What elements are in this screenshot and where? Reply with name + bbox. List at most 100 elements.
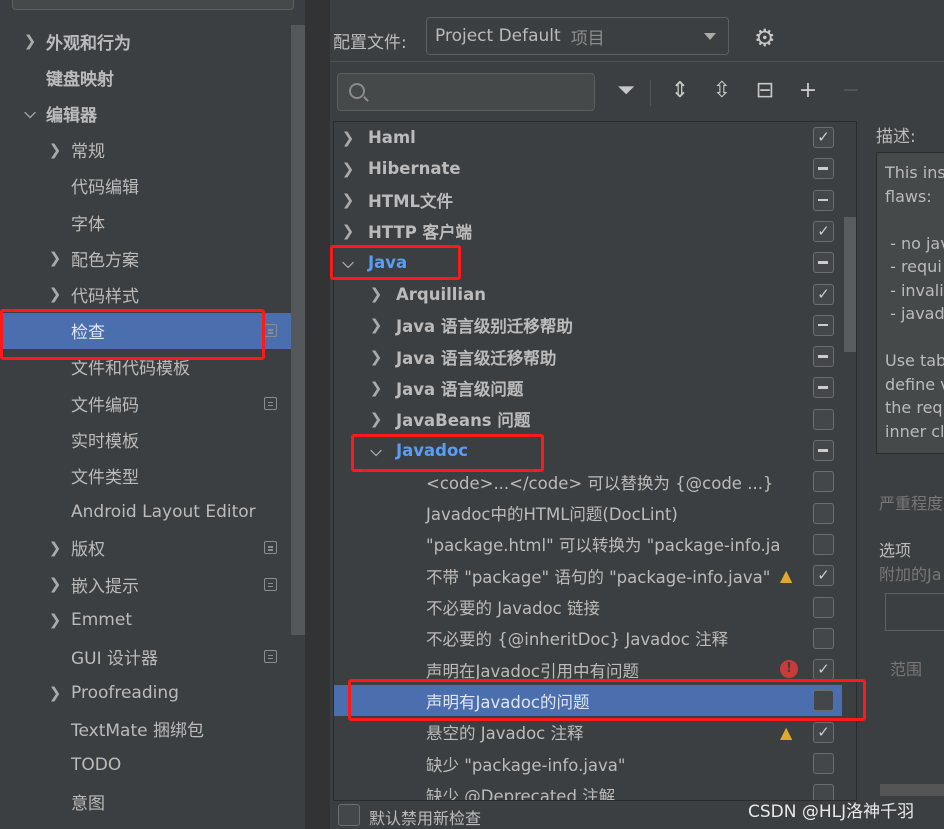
enable-checkbox[interactable]: [813, 502, 834, 524]
tree-row[interactable]: 悬空的 Javadoc 注释 ▲ ✓: [334, 717, 842, 748]
disable-new-label: 默认禁用新检查: [369, 809, 482, 828]
disable-new-checkbox[interactable]: [338, 804, 360, 826]
tree-scrollbar[interactable]: [844, 217, 856, 352]
profile-dropdown[interactable]: Project Default 项目: [426, 17, 729, 55]
sidebar-item[interactable]: 字体: [0, 204, 291, 240]
tree-row[interactable]: ❯ Hibernate: [334, 153, 842, 184]
chevron-right-icon[interactable]: ❯: [45, 285, 65, 303]
enable-checkbox[interactable]: ✓: [813, 721, 834, 743]
scope-scrollbar[interactable]: [880, 784, 944, 796]
enable-checkbox[interactable]: [813, 596, 834, 618]
sidebar-item[interactable]: ❯ 代码样式: [0, 276, 291, 312]
chevron-right-icon[interactable]: ❯: [45, 684, 65, 702]
sidebar-item-label: 代码样式: [71, 286, 139, 307]
settings-search-input[interactable]: [12, 0, 294, 10]
gear-icon[interactable]: ⚙: [754, 24, 776, 52]
chevron-right-icon[interactable]: ❯: [366, 285, 386, 303]
enable-checkbox[interactable]: ✓: [813, 283, 834, 305]
sidebar-item[interactable]: ❯ Proofreading: [0, 675, 291, 711]
sidebar-item[interactable]: 文件编码: [0, 385, 291, 421]
chevron-right-icon[interactable]: ❯: [45, 539, 65, 557]
enable-checkbox[interactable]: [813, 189, 834, 211]
chevron-right-icon[interactable]: ❯: [338, 160, 358, 178]
splitter[interactable]: [305, 0, 330, 829]
enable-checkbox[interactable]: ✓: [813, 220, 834, 242]
chevron-right-icon[interactable]: ❯: [366, 348, 386, 366]
sidebar-item[interactable]: ❯ 常规: [0, 132, 291, 168]
chevron-right-icon[interactable]: ❯: [45, 575, 65, 593]
inspection-search-input[interactable]: [337, 73, 595, 111]
enable-checkbox[interactable]: [813, 314, 834, 336]
options-field[interactable]: [885, 593, 944, 631]
enable-checkbox[interactable]: ✓: [813, 659, 834, 681]
sidebar-item[interactable]: 代码编辑: [0, 168, 291, 204]
add-icon[interactable]: +: [795, 78, 821, 103]
sidebar-item[interactable]: Android Layout Editor: [0, 494, 291, 530]
tree-row[interactable]: ❯ Java 语言级问题: [334, 372, 842, 403]
enable-checkbox[interactable]: [813, 408, 834, 430]
chevron-right-icon[interactable]: ❯: [338, 222, 358, 240]
copy-icon: [264, 577, 277, 591]
sidebar-item[interactable]: GUI 设计器: [0, 638, 291, 674]
enable-checkbox[interactable]: [813, 158, 834, 180]
tree-row[interactable]: 不必要的 {@inheritDoc} Javadoc 注释: [334, 623, 842, 654]
dropdown-arrow-icon: [704, 33, 716, 40]
sidebar-item[interactable]: ⌵ 编辑器: [0, 95, 291, 131]
enable-checkbox[interactable]: [813, 627, 834, 649]
sidebar-item[interactable]: 文件类型: [0, 457, 291, 493]
chevron-right-icon[interactable]: ❯: [366, 410, 386, 428]
remove-icon[interactable]: −: [838, 78, 864, 103]
sidebar-item[interactable]: 实时模板: [0, 421, 291, 457]
enable-checkbox[interactable]: [813, 346, 834, 368]
tree-row[interactable]: "package.html" 可以转换为 "package-info.ja: [334, 529, 842, 560]
tree-row[interactable]: ❯ HTTP 客户端 ✓: [334, 216, 842, 247]
chevron-right-icon[interactable]: ❯: [338, 129, 358, 147]
tree-row[interactable]: Javadoc中的HTML问题(DocLint): [334, 498, 842, 529]
sidebar-item[interactable]: ❯ Emmet: [0, 602, 291, 638]
enable-checkbox[interactable]: ✓: [813, 565, 834, 587]
expand-all-icon[interactable]: ⇕: [667, 78, 693, 103]
enable-checkbox[interactable]: [813, 377, 834, 399]
settings-sidebar: ❯ 外观和行为 键盘映射 ⌵ 编辑器 ❯ 常规 代码编辑 字体 ❯ 配色方案 ❯ 代码样式 检查 文件和代码…: [0, 0, 305, 829]
collapse-all-icon[interactable]: ⇳: [709, 78, 735, 103]
tree-row[interactable]: ❯ JavaBeans 问题: [334, 404, 842, 435]
sidebar-item[interactable]: 键盘映射: [0, 59, 291, 95]
enable-checkbox[interactable]: [813, 471, 834, 493]
enable-checkbox[interactable]: [813, 252, 834, 274]
tree-row[interactable]: ❯ Java 语言级迁移帮助: [334, 341, 842, 372]
sidebar-item[interactable]: TODO: [0, 747, 291, 783]
tree-row[interactable]: ❯ Arquillian ✓: [334, 279, 842, 310]
reset-icon[interactable]: ⊟: [752, 78, 778, 103]
sidebar-item-label: 文件类型: [71, 467, 139, 488]
sidebar-item[interactable]: ❯ 外观和行为: [0, 23, 291, 59]
tree-row[interactable]: ❯ Haml ✓: [334, 122, 842, 153]
tree-row[interactable]: 缺少 "package-info.java": [334, 748, 842, 779]
tree-row-label: Arquillian: [396, 284, 486, 304]
tree-row[interactable]: ❯ Java 语言级别迁移帮助: [334, 310, 842, 341]
tree-row[interactable]: ❯ HTML文件: [334, 185, 842, 216]
chevron-right-icon[interactable]: ❯: [366, 379, 386, 397]
sidebar-scrollbar[interactable]: [291, 25, 305, 635]
chevron-right-icon[interactable]: ❯: [45, 249, 65, 267]
chevron-down-icon[interactable]: ⌵: [20, 104, 40, 122]
chevron-right-icon[interactable]: ❯: [338, 191, 358, 209]
enable-checkbox[interactable]: [813, 440, 834, 461]
sidebar-item[interactable]: ❯ 版权: [0, 530, 291, 566]
tree-row[interactable]: 不必要的 Javadoc 链接: [334, 592, 842, 623]
chevron-right-icon[interactable]: ❯: [45, 141, 65, 159]
toolbar-separator: [650, 80, 651, 106]
chevron-right-icon[interactable]: ❯: [45, 611, 65, 629]
chevron-right-icon[interactable]: ❯: [20, 32, 40, 50]
enable-checkbox[interactable]: [813, 753, 834, 774]
sidebar-item[interactable]: ❯ 嵌入提示: [0, 566, 291, 602]
sidebar-item[interactable]: TextMate 捆绑包: [0, 711, 291, 747]
sidebar-item[interactable]: ❯ 配色方案: [0, 240, 291, 276]
filter-icon[interactable]: ⏷: [613, 78, 639, 103]
sidebar-item-label: 配色方案: [71, 250, 139, 271]
enable-checkbox[interactable]: ✓: [813, 127, 834, 148]
tree-row[interactable]: 不带 "package" 语句的 "package-info.java" ▲ ✓: [334, 560, 842, 591]
sidebar-item-label: 键盘映射: [46, 69, 114, 90]
sidebar-item[interactable]: 意图: [0, 783, 291, 819]
enable-checkbox[interactable]: [813, 533, 834, 555]
chevron-right-icon[interactable]: ❯: [366, 316, 386, 334]
